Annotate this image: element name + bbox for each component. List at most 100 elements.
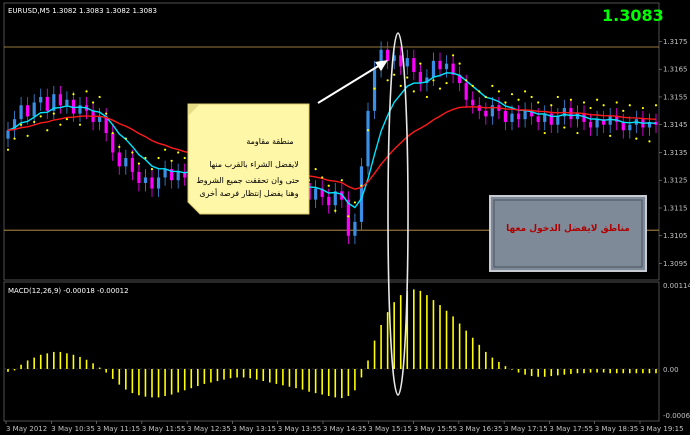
price-tick-label: 1.3145 [663, 121, 688, 129]
sar-dot [406, 76, 409, 79]
sar-dot [105, 112, 108, 115]
sar-dot [432, 79, 435, 82]
sar-dot [595, 98, 599, 101]
sar-dot [33, 120, 36, 124]
sar-dot [72, 93, 75, 96]
candle-body [327, 196, 331, 206]
sar-dot [445, 81, 448, 85]
sar-dot [334, 209, 337, 212]
sar-dot [118, 145, 121, 149]
time-tick-label: 3 May 15:15 [368, 425, 412, 433]
time-tick-label: 3 May 13:15 [232, 425, 276, 433]
candle-body [45, 96, 49, 111]
price-tick-label: 1.3135 [663, 149, 688, 157]
time-tick-label: 3 May 13:55 [278, 425, 322, 433]
sar-dot [648, 140, 651, 143]
sar-dot [131, 151, 134, 154]
sar-dot [393, 73, 396, 76]
price-tick-label: 1.3155 [663, 93, 688, 101]
sar-dot [615, 101, 618, 104]
sar-dot [91, 101, 95, 104]
candle-body [484, 110, 488, 117]
candle-body [503, 110, 508, 122]
sar-dot [360, 184, 363, 187]
sar-dot [589, 106, 592, 110]
sar-dot [124, 137, 127, 140]
sar-dot [609, 134, 612, 137]
candle-body [143, 177, 148, 184]
sar-dot [314, 168, 317, 171]
sar-dot [543, 131, 546, 135]
trading-chart-canvas[interactable]: 1.3175 1.3165 1.3155 1.3145 1.3135 1.3125 1.31… [0, 0, 690, 435]
time-tick-label: 3 May 16:35 [459, 425, 503, 433]
note-line-3: حتى وان تحققت جميع الشروط [196, 176, 299, 185]
sar-dot [144, 156, 147, 160]
sar-dot [340, 179, 343, 182]
sar-dot [537, 101, 540, 104]
candle-body [65, 99, 69, 106]
sar-dot [635, 137, 638, 140]
candle-body [32, 102, 36, 117]
price-tick-label: 1.3115 [663, 204, 688, 212]
price-tick-label: 1.3095 [663, 260, 688, 268]
sar-dot [576, 131, 579, 135]
candle-body [163, 169, 167, 178]
sar-dot [628, 104, 631, 107]
sar-dot [170, 159, 173, 162]
sar-dot [111, 131, 114, 135]
sar-dot [550, 104, 553, 107]
time-tick-label: 3 May 17:15 [504, 425, 548, 433]
sar-dot [425, 95, 429, 99]
sar-dot [183, 156, 186, 160]
sar-dot [78, 123, 82, 126]
sar-dot [98, 95, 101, 99]
sar-dot [622, 109, 625, 112]
sar-dot [471, 84, 474, 87]
sar-dot [523, 90, 527, 93]
candle-body [418, 71, 422, 84]
sar-dot [458, 62, 461, 65]
price-tick-label: 1.3175 [663, 38, 688, 46]
candle-body [372, 69, 377, 111]
candle-body [39, 96, 43, 103]
sar-dot [569, 98, 573, 101]
candle-body [464, 83, 468, 100]
candle-body [582, 113, 586, 122]
sar-dot [438, 87, 442, 90]
sar-dot [563, 126, 566, 129]
sar-dot [491, 84, 494, 87]
candle-body [130, 158, 134, 172]
candle-body [510, 113, 514, 122]
warning-box[interactable]: مناطق لايفضل الدخول معها [489, 195, 647, 272]
candle-body [477, 105, 481, 111]
sar-dot [19, 123, 23, 126]
candle-body [117, 152, 121, 167]
sticky-note[interactable]: منطقة مقاومة لايفضل الشراء بالقرب منها ح… [187, 103, 310, 215]
candle-body [621, 121, 625, 131]
candle-body [536, 116, 540, 122]
sar-dot [373, 87, 376, 90]
time-tick-label: 3 May 17:55 [549, 425, 593, 433]
candle-body [156, 177, 161, 189]
candle-body [516, 113, 521, 120]
sar-dot [85, 90, 88, 93]
candle-body [26, 105, 30, 117]
candle-body [346, 199, 350, 236]
candle-body [111, 133, 115, 153]
candle-body [523, 110, 527, 120]
time-tick-label: 3 May 19:15 [640, 425, 684, 433]
time-tick-label: 3 May 11:15 [97, 425, 141, 433]
macd-label: MACD(12,26,9) -0.00018 -0.00012 [8, 287, 129, 295]
sar-dot [654, 104, 658, 107]
sar-dot [582, 101, 586, 104]
candle-body [58, 94, 62, 106]
sar-dot [163, 148, 167, 151]
candle-body [19, 105, 23, 120]
time-tick-label: 3 May 15:55 [414, 425, 458, 433]
sar-dot [386, 79, 389, 82]
candle-body [431, 60, 436, 78]
note-line-4: وهنا يفضل إنتظار فرصة أخرى [199, 188, 298, 199]
sar-dot [641, 106, 645, 110]
candle-body [471, 99, 475, 106]
sar-dot [504, 101, 507, 104]
